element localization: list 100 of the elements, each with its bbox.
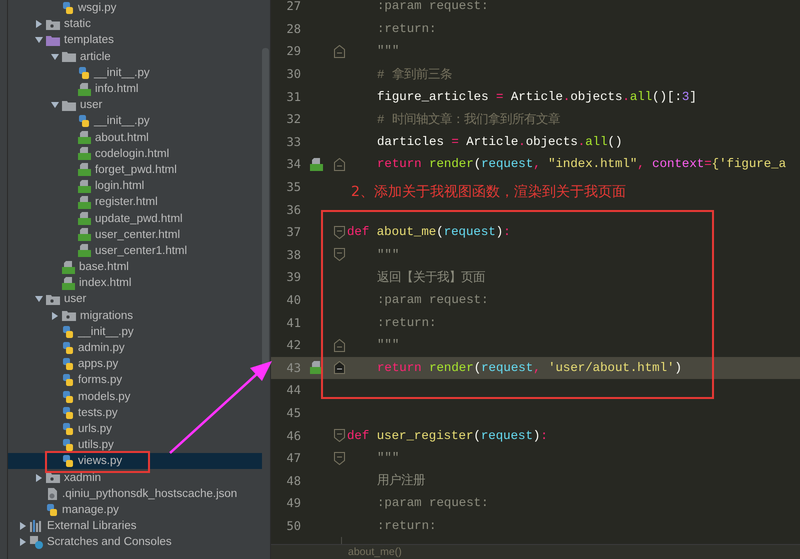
tree-item[interactable]: Scratches and Consoles <box>8 534 176 550</box>
line-number: 27 <box>286 0 301 14</box>
line-number: 46 <box>286 428 301 443</box>
line-number: 34 <box>286 157 301 172</box>
html-file-icon <box>78 82 91 96</box>
html-file-icon <box>310 158 322 171</box>
expanded-arrow-icon[interactable] <box>35 295 43 304</box>
python-file-icon <box>62 422 74 435</box>
tree-item[interactable]: apps.py <box>8 356 122 372</box>
tree-item[interactable]: migrations <box>8 308 138 324</box>
python-file-icon <box>62 2 74 14</box>
fold-marker-icon[interactable] <box>334 226 344 239</box>
code-text: :param request: <box>376 0 489 14</box>
line-number: 47 <box>286 451 301 466</box>
tree-item[interactable]: templates <box>8 32 118 49</box>
tree-item[interactable]: user <box>8 291 90 308</box>
code-text: """ <box>376 248 400 262</box>
collapsed-arrow-icon[interactable] <box>35 20 43 28</box>
tree-item[interactable]: forget_pwd.html <box>8 162 181 178</box>
tree-item[interactable]: __init__.py <box>8 113 154 130</box>
python-file-icon <box>46 504 58 516</box>
html-file-icon <box>78 131 91 144</box>
tree-item[interactable]: user <box>8 97 106 114</box>
tree-item[interactable]: .qiniu_pythonsdk_hostscache.json <box>8 486 242 502</box>
package-folder-icon <box>46 472 60 484</box>
line-number: 44 <box>286 383 301 398</box>
line-number: 43 <box>286 360 301 375</box>
code-text: :param request: <box>376 293 489 308</box>
python-file-icon <box>62 390 74 403</box>
expanded-arrow-icon[interactable] <box>51 101 59 110</box>
html-file-icon <box>310 361 322 374</box>
tree-item[interactable]: utils.py <box>8 437 118 454</box>
python-file-icon <box>62 406 74 419</box>
fold-marker-icon[interactable] <box>334 361 344 374</box>
fold-marker-icon[interactable] <box>334 158 344 171</box>
line-number: 49 <box>286 496 301 510</box>
tree-item[interactable]: info.html <box>8 80 142 98</box>
fold-marker-icon[interactable] <box>334 44 344 58</box>
package-folder-icon <box>62 310 76 322</box>
line-number: 28 <box>286 22 301 36</box>
python-file-icon <box>62 455 74 468</box>
code-text: figure_articles = Article.objects.all()[:3] <box>376 90 697 104</box>
tree-item[interactable]: login.html <box>8 178 148 194</box>
fold-marker-icon[interactable] <box>334 429 344 442</box>
tree-item[interactable]: update_pwd.html <box>8 210 187 227</box>
python-file-icon <box>62 439 74 452</box>
tree-item[interactable]: __init__.py <box>8 324 138 340</box>
html-file-icon <box>78 147 91 160</box>
collapsed-arrow-icon[interactable] <box>51 312 59 320</box>
tree-item[interactable]: static <box>8 16 95 32</box>
html-file-icon <box>78 244 91 258</box>
code-text: :param request: <box>376 496 489 510</box>
line-number: 48 <box>286 474 301 488</box>
html-file-icon <box>78 228 91 242</box>
tree-item[interactable]: wsgi.py <box>8 0 120 16</box>
code-text: def user_register(request): <box>347 428 548 443</box>
tree-item[interactable]: article <box>8 48 115 65</box>
line-number: 36 <box>286 202 301 217</box>
html-file-icon <box>62 276 75 290</box>
line-number: 50 <box>286 518 301 533</box>
package-folder-icon <box>46 18 60 30</box>
tree-item[interactable]: codelogin.html <box>8 146 174 162</box>
fold-marker-icon[interactable] <box>334 248 344 262</box>
tree-item[interactable]: about.html <box>8 130 153 146</box>
tree-item[interactable]: register.html <box>8 194 162 210</box>
code-text: """ <box>376 451 400 466</box>
code-text: # 时间轴文章：我们拿到所有文章 <box>376 112 560 128</box>
tree-item[interactable]: forms.py <box>8 372 126 388</box>
fold-marker-icon[interactable] <box>334 452 344 465</box>
code-text: :return: <box>376 22 436 36</box>
scratches-icon <box>30 536 43 549</box>
tree-item[interactable]: base.html <box>8 259 133 276</box>
tree-item[interactable]: xadmin <box>8 469 106 486</box>
tree-item[interactable]: user_center.html <box>8 226 184 243</box>
line-number: 45 <box>286 406 301 420</box>
code-text: 返回【关于我】页面 <box>376 270 485 286</box>
tree-item[interactable]: External Libraries <box>8 518 140 534</box>
line-number: 35 <box>286 180 301 194</box>
tree-item[interactable]: views.py <box>8 453 262 470</box>
tree-item[interactable]: __init__.py <box>8 64 154 81</box>
tree-item[interactable]: manage.py <box>8 502 123 518</box>
line-number: 39 <box>286 270 301 284</box>
line-number: 37 <box>286 225 301 240</box>
tree-item[interactable]: index.html <box>8 275 136 292</box>
line-number: 30 <box>286 67 301 82</box>
tree-item[interactable]: models.py <box>8 388 134 405</box>
folder-icon <box>46 34 60 46</box>
tree-item[interactable]: admin.py <box>8 340 129 356</box>
tree-item[interactable]: urls.py <box>8 420 116 438</box>
line-number: 32 <box>286 112 301 126</box>
fold-marker-icon[interactable] <box>334 338 344 352</box>
python-file-icon <box>78 66 90 79</box>
collapsed-arrow-icon[interactable] <box>35 474 43 482</box>
code-text: """ <box>376 44 400 58</box>
html-file-icon <box>78 163 91 176</box>
line-number: 29 <box>286 44 301 58</box>
code-text: 用户注册 <box>376 472 425 490</box>
code-text: return render(request, "index.html", context={'figure_a <box>376 157 786 172</box>
tree-item[interactable]: tests.py <box>8 404 122 421</box>
tree-item[interactable]: user_center1.html <box>8 242 192 259</box>
